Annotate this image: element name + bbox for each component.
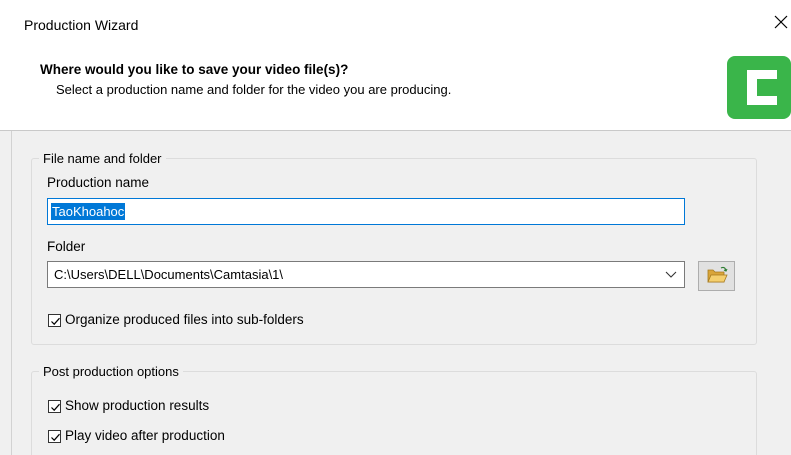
post-production-legend: Post production options	[43, 364, 179, 379]
close-icon	[774, 15, 788, 29]
show-results-label: Show production results	[65, 398, 210, 413]
organize-subfolders-checkbox[interactable]	[48, 314, 61, 327]
show-results-checkbox[interactable]	[48, 400, 61, 413]
close-button[interactable]	[770, 11, 791, 33]
folder-open-icon	[707, 266, 728, 283]
play-video-label: Play video after production	[65, 428, 225, 443]
body-left-border	[11, 131, 12, 455]
production-name-input[interactable]: TaoKhoahoc	[47, 198, 685, 225]
organize-subfolders-label: Organize produced files into sub-folders	[65, 312, 304, 327]
camtasia-logo-icon	[727, 56, 791, 119]
production-name-value: TaoKhoahoc	[51, 203, 126, 220]
browse-folder-button[interactable]	[698, 261, 735, 291]
folder-dropdown-button[interactable]	[658, 262, 684, 287]
folder-combobox[interactable]: C:\Users\DELL\Documents\Camtasia\1\	[47, 261, 685, 288]
header-title: Where would you like to save your video …	[40, 62, 349, 77]
production-name-label: Production name	[47, 175, 150, 190]
production-wizard-window: Production Wizard Where would you like t…	[0, 0, 791, 455]
file-name-folder-legend: File name and folder	[43, 151, 162, 166]
title-bar: Production Wizard	[0, 0, 791, 44]
checkmark-icon	[51, 433, 60, 442]
checkmark-icon	[51, 403, 60, 412]
header-subtitle: Select a production name and folder for …	[56, 82, 452, 97]
folder-label: Folder	[47, 239, 86, 254]
wizard-header: Where would you like to save your video …	[0, 44, 791, 131]
window-title: Production Wizard	[24, 17, 139, 33]
play-video-checkbox[interactable]	[48, 430, 61, 443]
chevron-down-icon	[665, 271, 677, 278]
checkmark-icon	[51, 317, 60, 326]
folder-value: C:\Users\DELL\Documents\Camtasia\1\	[54, 267, 284, 282]
